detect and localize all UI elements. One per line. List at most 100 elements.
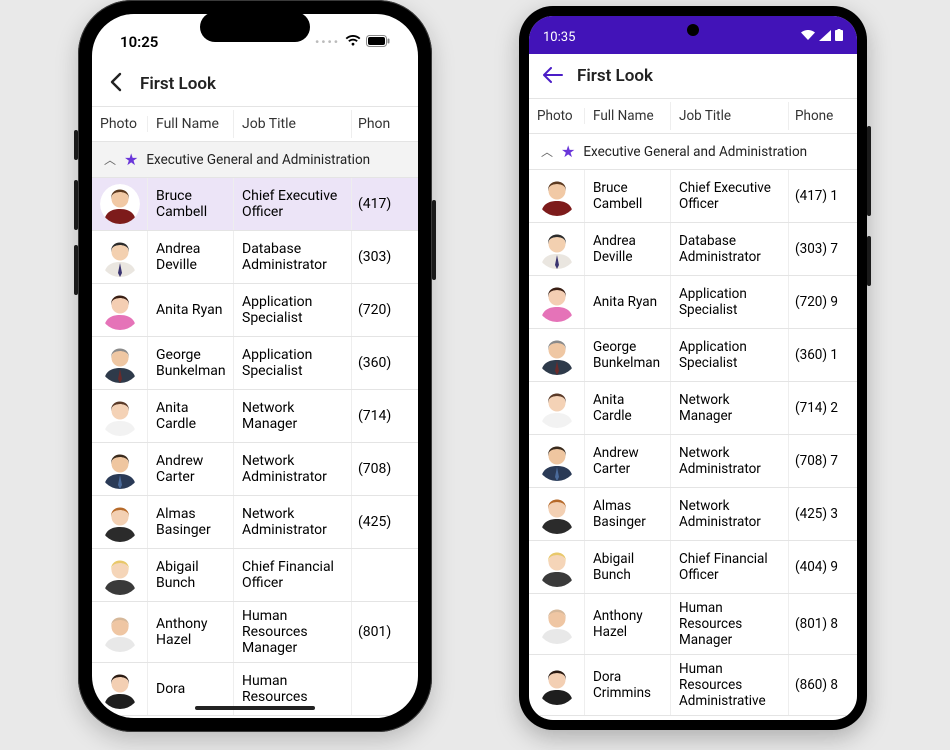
- table-row[interactable]: Anthony HazelHuman Resources Manager(801…: [92, 602, 418, 663]
- column-header-title[interactable]: Job Title: [671, 102, 789, 130]
- cell-full-name: Bruce Cambell: [585, 170, 671, 222]
- cell-job-title: Network Manager: [234, 390, 352, 442]
- group-label: Executive General and Administration: [583, 144, 807, 160]
- avatar: [537, 282, 577, 322]
- iphone-mute-switch[interactable]: [74, 130, 78, 160]
- cell-full-name: Anthony Hazel: [148, 602, 234, 662]
- column-header-name[interactable]: Full Name: [148, 110, 234, 138]
- cell-job-title: Network Manager: [671, 382, 789, 434]
- back-button[interactable]: [537, 64, 569, 88]
- table-row[interactable]: Bruce CambellChief Executive Officer(417…: [92, 178, 418, 231]
- table-row[interactable]: Andrew CarterNetwork Administrator(708) …: [529, 435, 857, 488]
- avatar: [537, 388, 577, 428]
- cell-photo: [92, 390, 148, 442]
- column-header-name[interactable]: Full Name: [585, 102, 671, 130]
- grid-body[interactable]: Bruce CambellChief Executive Officer(417…: [529, 170, 857, 720]
- avatar: [537, 665, 577, 705]
- table-row[interactable]: Almas BasingerNetwork Administrator(425)…: [529, 488, 857, 541]
- cell-phone: [352, 549, 418, 601]
- cell-job-title: Chief Financial Officer: [671, 541, 789, 593]
- iphone-power-button[interactable]: [432, 200, 436, 280]
- table-row[interactable]: Andrew CarterNetwork Administrator(708): [92, 443, 418, 496]
- avatar: [537, 604, 577, 644]
- iphone-screen: 10:25 •••• First Look Photo Full Name Jo…: [92, 14, 418, 718]
- wifi-icon: [345, 33, 361, 51]
- back-button[interactable]: [100, 72, 132, 97]
- cell-phone: (720) 9: [789, 276, 857, 328]
- group-header[interactable]: ︿ ★ Executive General and Administration: [92, 142, 418, 178]
- cellular-dots-icon: ••••: [315, 35, 340, 49]
- avatar: [100, 669, 140, 709]
- cell-full-name: Anita Ryan: [585, 276, 671, 328]
- star-icon: ★: [561, 142, 575, 161]
- column-header-title[interactable]: Job Title: [234, 110, 352, 138]
- cell-photo: [529, 435, 585, 487]
- android-punch-hole: [687, 24, 699, 36]
- avatar: [100, 612, 140, 652]
- cell-photo: [529, 594, 585, 654]
- cell-phone: (860) 8: [789, 655, 857, 715]
- avatar: [100, 343, 140, 383]
- cell-phone: (801): [352, 602, 418, 662]
- avatar: [100, 502, 140, 542]
- android-screen: 10:35 First Look Photo Full Name: [529, 16, 857, 720]
- avatar: [100, 555, 140, 595]
- avatar: [537, 335, 577, 375]
- cell-full-name: Dora Crimmins: [585, 655, 671, 715]
- avatar: [537, 441, 577, 481]
- chevron-up-icon: ︿: [104, 151, 116, 168]
- cell-full-name: Anthony Hazel: [585, 594, 671, 654]
- table-row[interactable]: Anthony HazelHuman Resources Manager(801…: [529, 594, 857, 655]
- table-row[interactable]: Dora CrimminsHuman Resources Administrat…: [529, 655, 857, 716]
- cell-full-name: Andrea Deville: [585, 223, 671, 275]
- avatar: [537, 229, 577, 269]
- iphone-volume-up[interactable]: [74, 180, 78, 230]
- column-header-photo[interactable]: Photo: [529, 108, 585, 124]
- table-row[interactable]: Anita RyanApplication Specialist(720): [92, 284, 418, 337]
- android-volume-rocker[interactable]: [867, 126, 871, 216]
- iphone-device-frame: 10:25 •••• First Look Photo Full Name Jo…: [78, 0, 432, 732]
- cell-job-title: Network Administrator: [671, 488, 789, 540]
- cell-phone: (303): [352, 231, 418, 283]
- iphone-home-indicator[interactable]: [195, 706, 315, 710]
- cell-job-title: Application Specialist: [234, 337, 352, 389]
- cell-phone: (303) 7: [789, 223, 857, 275]
- cell-job-title: Human Resources Manager: [234, 602, 352, 662]
- cell-full-name: George Bunkelman: [148, 337, 234, 389]
- table-row[interactable]: George BunkelmanApplication Specialist(3…: [92, 337, 418, 390]
- column-header-photo[interactable]: Photo: [92, 116, 148, 132]
- cell-job-title: Human Resources Manager: [671, 594, 789, 654]
- group-header[interactable]: ︿ ★ Executive General and Administration: [529, 134, 857, 170]
- table-row[interactable]: Abigail BunchChief Financial Officer: [92, 549, 418, 602]
- column-header-phone[interactable]: Phone: [789, 102, 857, 130]
- table-row[interactable]: George BunkelmanApplication Specialist(3…: [529, 329, 857, 382]
- android-power-button[interactable]: [867, 236, 871, 286]
- table-row[interactable]: Abigail BunchChief Financial Officer(404…: [529, 541, 857, 594]
- cell-photo: [92, 496, 148, 548]
- table-row[interactable]: Andrea DevilleDatabase Administrator(303…: [529, 223, 857, 276]
- page-title: First Look: [140, 74, 216, 94]
- table-row[interactable]: Bruce CambellChief Executive Officer(417…: [529, 170, 857, 223]
- cell-job-title: Application Specialist: [234, 284, 352, 336]
- cell-photo: [529, 276, 585, 328]
- table-row[interactable]: Anita CardleNetwork Manager(714): [92, 390, 418, 443]
- ios-navbar: First Look: [92, 62, 418, 106]
- avatar: [537, 547, 577, 587]
- table-row[interactable]: Andrea DevilleDatabase Administrator(303…: [92, 231, 418, 284]
- cell-phone: (360): [352, 337, 418, 389]
- column-header-phone[interactable]: Phon: [352, 110, 418, 138]
- grid-body[interactable]: Bruce CambellChief Executive Officer(417…: [92, 178, 418, 718]
- iphone-volume-down[interactable]: [74, 245, 78, 295]
- cell-full-name: Andrea Deville: [148, 231, 234, 283]
- table-row[interactable]: Anita CardleNetwork Manager(714) 2: [529, 382, 857, 435]
- cell-photo: [529, 329, 585, 381]
- cell-phone: (708) 7: [789, 435, 857, 487]
- table-row[interactable]: Almas BasingerNetwork Administrator(425): [92, 496, 418, 549]
- grid-header-row: Photo Full Name Job Title Phon: [92, 106, 418, 142]
- cell-photo: [529, 655, 585, 715]
- cell-photo: [92, 443, 148, 495]
- table-row[interactable]: Anita RyanApplication Specialist(720) 9: [529, 276, 857, 329]
- cell-photo: [529, 223, 585, 275]
- cell-photo: [92, 231, 148, 283]
- iphone-dynamic-island: [200, 12, 310, 42]
